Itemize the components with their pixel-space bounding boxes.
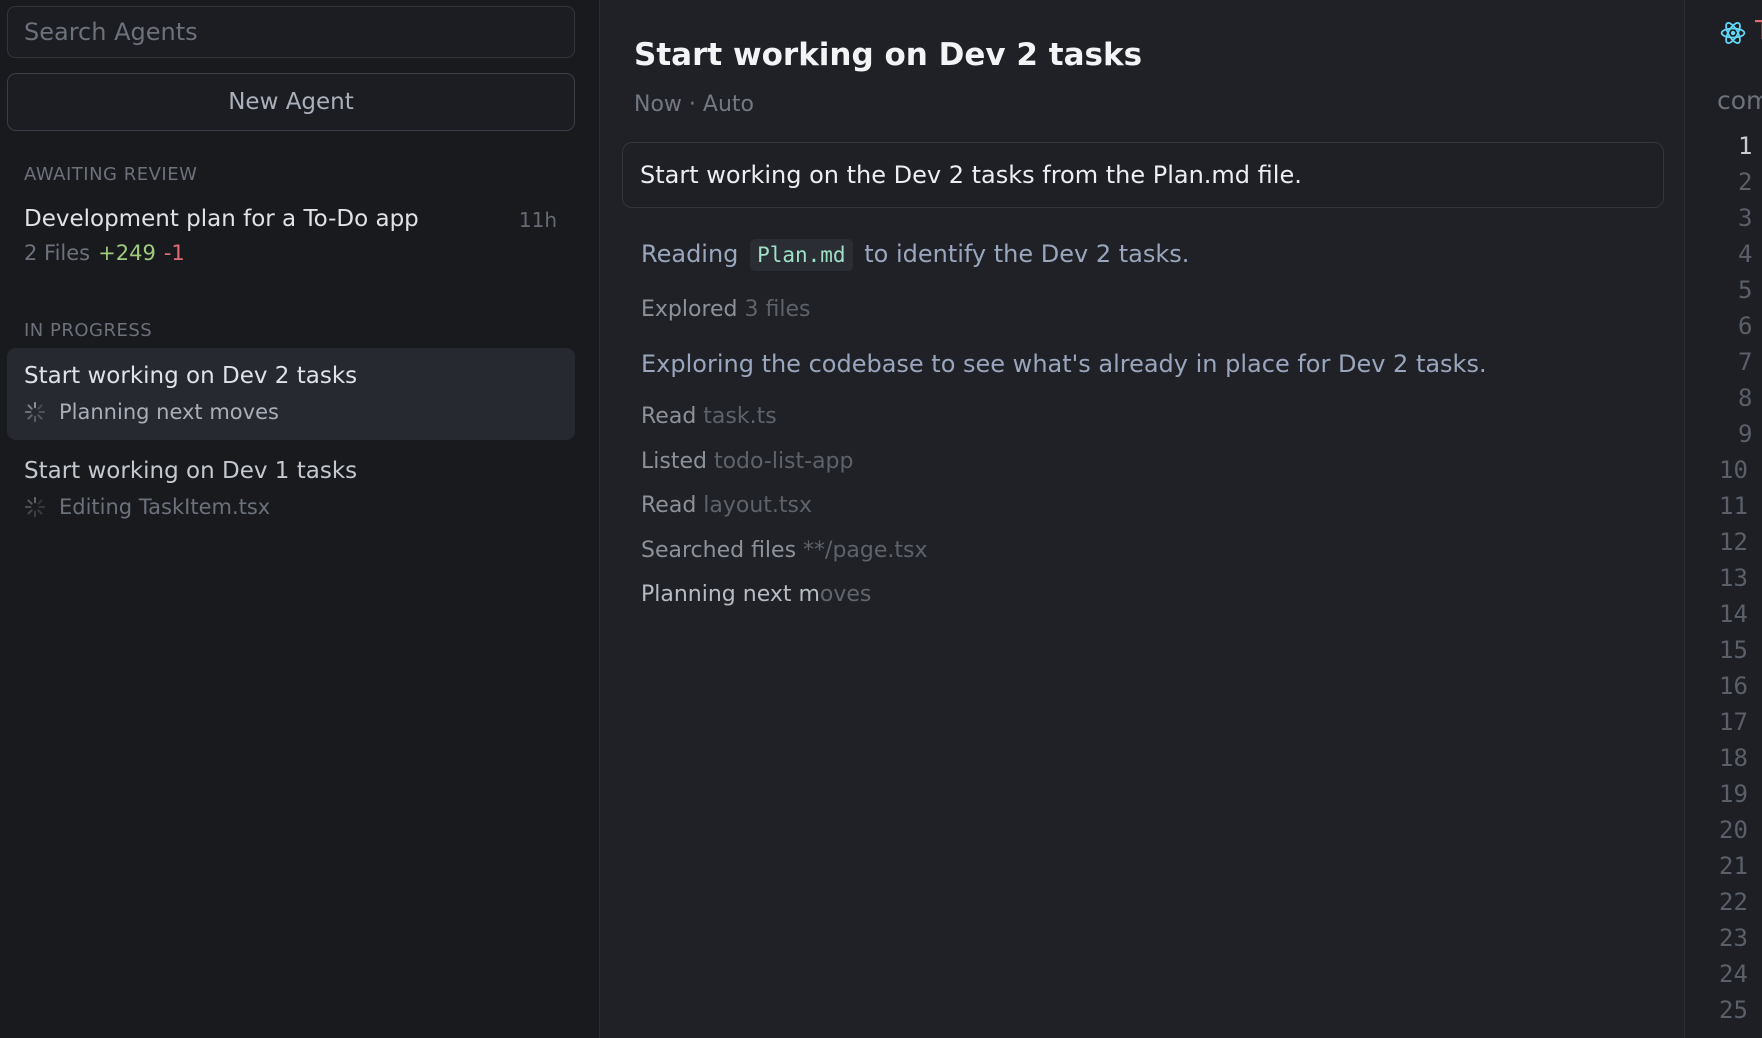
line-number: 14 <box>1719 600 1748 628</box>
planning-text-bright: Planning next m <box>641 582 820 607</box>
step-reading: Reading Plan.md to identify the Dev 2 ta… <box>641 239 1190 271</box>
step-tool-call[interactable]: Listed todo-list-app <box>641 449 854 474</box>
agent-conversation-panel: Start working on Dev 2 tasks Now · Auto … <box>600 0 1685 1038</box>
planning-text-fade: oves <box>819 582 872 607</box>
line-number: 22 <box>1719 888 1748 916</box>
line-number: 20 <box>1719 816 1748 844</box>
code-editor-panel: T com 1234567891011121314151617181920212… <box>1685 0 1762 1038</box>
section-label-in-progress: IN PROGRESS <box>24 320 153 341</box>
line-number: 21 <box>1719 852 1748 880</box>
step-arg: **/page.tsx <box>803 538 928 563</box>
line-number: 4 <box>1738 240 1753 268</box>
line-number: 24 <box>1719 960 1748 988</box>
conversation-meta: Now · Auto <box>634 92 754 117</box>
editor-breadcrumb[interactable]: com <box>1717 86 1762 115</box>
agent-status: Planning next moves <box>24 397 558 427</box>
step-explored[interactable]: Explored 3 files <box>641 297 811 322</box>
agent-item-dev-1-tasks[interactable]: Start working on Dev 1 tasks Editing Tas… <box>7 456 575 538</box>
step-verb: Explored <box>641 297 738 322</box>
spinner-icon <box>24 496 46 518</box>
line-number: 12 <box>1719 528 1748 556</box>
step-reading-suffix: to identify the Dev 2 tasks. <box>864 240 1190 268</box>
step-tool-call[interactable]: Searched files **/page.tsx <box>641 538 928 563</box>
spinner-icon <box>24 401 46 423</box>
new-agent-button[interactable]: New Agent <box>7 73 575 131</box>
step-planning: Planning next moves <box>641 582 871 607</box>
agent-timestamp: 11h <box>518 208 557 232</box>
line-number: 13 <box>1719 564 1748 592</box>
line-number: 11 <box>1719 492 1748 520</box>
line-number: 19 <box>1719 780 1748 808</box>
react-icon <box>1720 22 1746 44</box>
line-number: 17 <box>1719 708 1748 736</box>
additions-count: +249 <box>98 241 156 265</box>
agent-title: Start working on Dev 2 tasks <box>24 363 358 389</box>
user-prompt[interactable]: Start working on the Dev 2 tasks from th… <box>622 142 1664 208</box>
step-tool-call[interactable]: Read layout.tsx <box>641 493 812 518</box>
step-arg: 3 files <box>744 297 811 322</box>
step-verb: Read <box>641 493 697 518</box>
line-number: 16 <box>1719 672 1748 700</box>
agent-item-development-plan[interactable]: Development plan for a To-Do app 11h 2 F… <box>7 204 575 284</box>
line-number: 18 <box>1719 744 1748 772</box>
agent-status-text: Editing TaskItem.tsx <box>59 495 271 519</box>
deletions-count: -1 <box>163 241 185 265</box>
line-number: 8 <box>1738 384 1753 412</box>
step-exploring: Exploring the codebase to see what's alr… <box>641 350 1487 378</box>
step-verb: Listed <box>641 449 707 474</box>
agent-status: Editing TaskItem.tsx <box>24 492 558 522</box>
line-number: 3 <box>1738 204 1753 232</box>
section-label-awaiting-review: AWAITING REVIEW <box>24 164 198 185</box>
agent-item-dev-2-tasks[interactable]: Start working on Dev 2 tasks Planning ne… <box>7 348 575 440</box>
editor-tab-title[interactable]: T <box>1755 16 1762 46</box>
step-reading-prefix: Reading <box>641 240 739 268</box>
user-prompt-text: Start working on the Dev 2 tasks from th… <box>640 161 1302 189</box>
agent-status-text: Planning next moves <box>59 400 279 424</box>
line-number: 15 <box>1719 636 1748 664</box>
line-number: 23 <box>1719 924 1748 952</box>
step-tool-call[interactable]: Read task.ts <box>641 404 777 429</box>
line-number: 9 <box>1738 420 1753 448</box>
step-arg: task.ts <box>703 404 777 429</box>
step-verb: Read <box>641 404 697 429</box>
agent-title: Development plan for a To-Do app <box>24 206 419 232</box>
agent-diff-summary: 2 Files +249 -1 <box>24 238 558 268</box>
step-arg: todo-list-app <box>713 449 854 474</box>
line-number: 1 <box>1738 132 1753 160</box>
line-number: 6 <box>1738 312 1753 340</box>
agents-window: New Agent AWAITING REVIEW Development pl… <box>0 0 1762 1038</box>
step-verb: Searched files <box>641 538 797 563</box>
step-arg: layout.tsx <box>703 493 813 518</box>
line-number: 5 <box>1738 276 1753 304</box>
search-agents-input[interactable] <box>7 6 575 58</box>
agent-title: Start working on Dev 1 tasks <box>24 458 358 484</box>
file-chip-plan-md[interactable]: Plan.md <box>750 239 853 271</box>
agents-sidebar: New Agent AWAITING REVIEW Development pl… <box>0 0 600 1038</box>
line-number: 7 <box>1738 348 1753 376</box>
line-number: 2 <box>1738 168 1753 196</box>
page-title: Start working on Dev 2 tasks <box>634 37 1143 73</box>
line-number: 10 <box>1719 456 1748 484</box>
files-count: 2 Files <box>24 241 91 265</box>
line-number: 25 <box>1719 996 1748 1024</box>
